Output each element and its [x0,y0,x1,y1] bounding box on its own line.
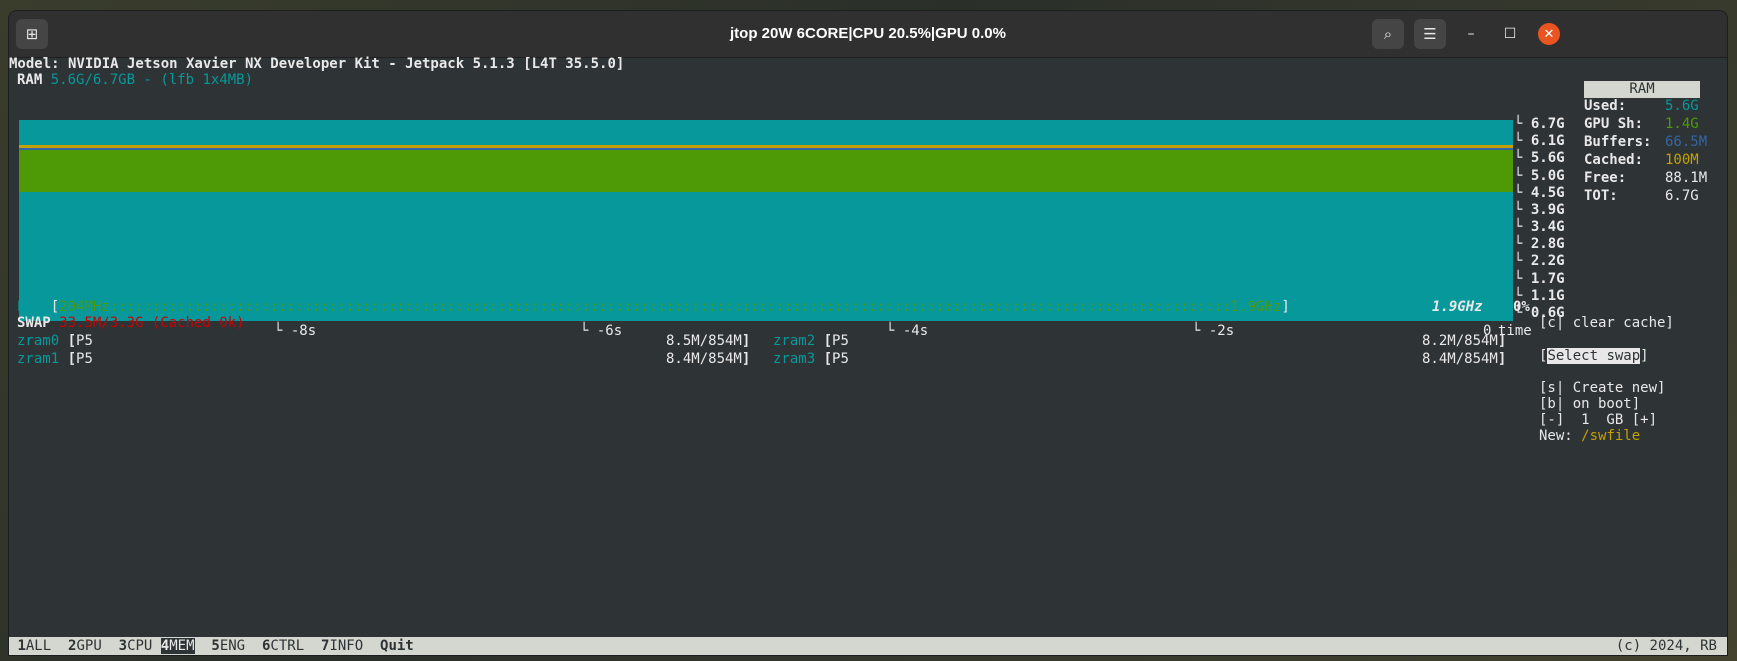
ram-panel-value: 100M [1665,152,1699,168]
ram-panel-label: GPU Sh: [1584,116,1644,132]
swap-item-name: zram0 [17,333,60,349]
ram-panel-label: Cached: [1584,152,1644,168]
jtop-terminal: Model: NVIDIA Jetson Xavier NX Developer… [9,56,1727,655]
ram-panel-value: 66.5M [1665,134,1708,150]
ram-panel-row: Cached: 100M [1584,151,1699,169]
ram-area-gpu-sh [19,150,1513,192]
swap-item-bracket: [ [815,333,833,349]
ram-area-buffers [19,147,1513,150]
search-button[interactable]: ⌕ [1372,19,1404,49]
x-tick-label: └ -2s [1192,323,1235,339]
y-tick-label: └ 6.7G [1514,116,1565,132]
y-tick-label: └ 5.6G [1514,150,1565,167]
y-tick-label: └ 3.4G [1514,219,1565,236]
ram-panel-value: 1.4G [1665,116,1699,132]
tab-info[interactable]: 7INFO [321,638,363,654]
ram-panel-label: Free: [1584,170,1627,186]
ram-label: RAM [17,72,43,88]
swap-item-usage: 8.4M/854M] [666,351,751,367]
ram-lfb: - (lfb 1x4MB) [143,72,254,88]
ram-panel-row: Free: 88.1M [1584,169,1707,187]
menu-button[interactable]: ☰ [1414,19,1446,49]
ram-panel-title: RAM [1584,81,1700,98]
clear-cache-button[interactable]: [c| clear cache] [1539,314,1674,332]
close-icon: ✕ [1543,26,1555,42]
swap-item-name: zram3 [773,351,816,367]
swap-item-bracket: [ [59,351,77,367]
swap-item-name: zram2 [773,333,816,349]
minimize-icon: – [1467,26,1475,42]
new-swap-path[interactable]: /swfile [1581,428,1640,444]
ram-panel-row: Used: 5.6G [1584,97,1699,115]
emc-min: 204MHz [59,299,110,315]
ram-panel-value: 88.1M [1665,170,1708,186]
swap-usage: 33.5M/3.3G (Cached 0k) [59,315,245,331]
ram-panel-label: TOT: [1584,188,1618,204]
status-bar: 1ALL 2GPU 3CPU 4MEM 5ENG 6CTRL 7INFO Qui… [9,637,1727,655]
tab-gpu[interactable]: 2GPU [68,638,102,654]
hamburger-menu-icon: ☰ [1423,25,1437,43]
y-tick-label: └ 4.5G [1514,184,1565,201]
ram-usage: 5.6G/6.7GB [50,72,136,88]
close-button[interactable]: ✕ [1538,23,1560,45]
maximize-button[interactable]: ☐ [1499,23,1521,45]
select-swap-control[interactable]: [Select swap] [1539,347,1649,365]
ram-area-cached [19,144,1513,148]
y-tick-label: └ 5.0G [1514,167,1565,184]
select-swap-button[interactable]: Select swap [1547,348,1641,364]
swap-item-usage: 8.4M/854M] [1422,351,1507,367]
ram-chart [19,120,1513,321]
swap-item-bracket: [ [59,333,77,349]
tab-ctrl[interactable]: 6CTRL [262,638,304,654]
emc-bar: ::::::::::::::::::::::::::::::::::::::::… [109,299,1231,315]
tab-cpu[interactable]: 3CPU [119,638,153,654]
x-tick-label: └ -8s [274,323,317,339]
emc-label: Emc [17,299,43,315]
swap-item-usage: 8.2M/854M] [1422,333,1507,349]
terminal-window: ⊞ jtop 20W 6CORE|CPU 20.5%|GPU 0.0% ⌕ ☰ … [9,11,1727,655]
tab-mem[interactable]: 4MEM [160,638,195,654]
y-tick-label: └ 3.9G [1514,201,1565,218]
copyright: (c) 2024, RB [1615,638,1717,654]
swap-item-priority: P5 [832,351,849,367]
swap-item: zram1 [P5 [17,350,93,368]
tab-all[interactable]: 1ALL [17,638,51,654]
tab-eng[interactable]: 5ENG [211,638,245,654]
new-label: New: [1539,428,1573,444]
swap-item-priority: P5 [76,351,93,367]
swap-item-bracket: [ [815,351,833,367]
y-tick-label: └ 1.7G [1514,270,1565,287]
swap-item-name: zram1 [17,351,60,367]
new-swap-file: New: /swfile [1539,427,1640,445]
x-tick-label: └ -6s [580,323,623,339]
y-tick-label: └ 6.1G [1514,133,1565,150]
swap-line: SWAP 33.5M/3.3G (Cached 0k) [17,314,245,332]
ram-panel-row: Buffers: 66.5M [1584,133,1707,151]
y-tick-label: └ 2.2G [1514,253,1565,270]
swap-label: SWAP [17,315,51,331]
swap-item-usage: 8.5M/854M] [666,333,751,349]
ram-header: RAM 5.6G/6.7GB - (lfb 1x4MB) [17,71,253,89]
emc-percent: 0% [1513,299,1530,315]
emc-max: 1.9GHz [1230,299,1282,315]
x-tick-label: └ -4s [886,323,929,339]
maximize-icon: ☐ [1503,26,1517,42]
title-bar: ⊞ jtop 20W 6CORE|CPU 20.5%|GPU 0.0% ⌕ ☰ … [9,11,1727,58]
minimize-button[interactable]: – [1460,23,1482,45]
ram-panel-row: GPU Sh: 1.4G [1584,115,1699,133]
swap-item-priority: P5 [832,333,849,349]
ram-panel-label: Used: [1584,98,1627,114]
quit-button[interactable]: Quit [380,638,414,654]
swap-item: zram2 [P5 [773,332,849,350]
ram-panel-value: 5.6G [1665,98,1699,114]
search-icon: ⌕ [1383,25,1393,43]
y-tick-label: └ 2.8G [1514,236,1565,253]
ram-panel-value: 6.7G [1665,188,1699,204]
ram-panel-row: TOT: 6.7G [1584,187,1699,205]
ram-panel-label: Buffers: [1584,134,1652,150]
swap-item-priority: P5 [76,333,93,349]
emc-current: 1.9GHz [1432,299,1483,315]
swap-item: zram0 [P5 [17,332,93,350]
swap-item: zram3 [P5 [773,350,849,368]
